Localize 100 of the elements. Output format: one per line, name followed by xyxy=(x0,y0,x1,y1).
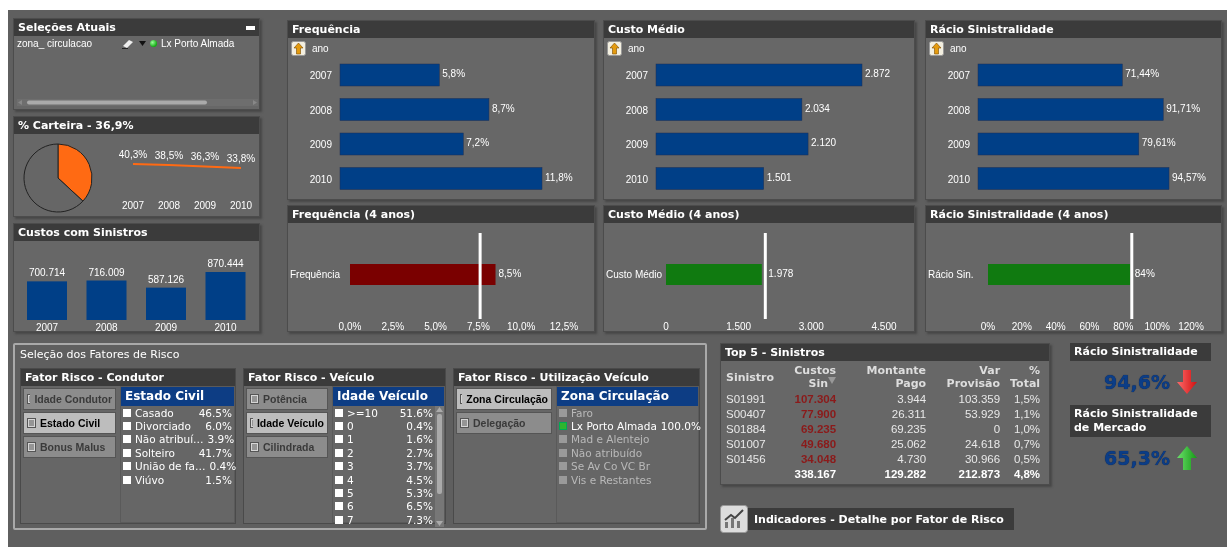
horizontal-scrollbar[interactable] xyxy=(17,99,258,106)
factor-tab[interactable]: Zona Circulação xyxy=(456,388,552,410)
tick-label: 4.500 xyxy=(871,321,897,331)
list-item[interactable]: Faro xyxy=(571,406,696,419)
caret-icon[interactable] xyxy=(139,41,146,46)
table-cell-text: 25.062 xyxy=(889,436,928,451)
list-item[interactable]: Divorciado xyxy=(135,420,202,433)
category-label: 2010 xyxy=(229,200,253,211)
share-value: 0.4% xyxy=(406,420,433,433)
column-header[interactable]: % Total xyxy=(1003,363,1044,391)
list-item[interactable]: Solteiro xyxy=(135,446,195,459)
list-item[interactable]: 5 xyxy=(347,487,403,500)
checkbox[interactable] xyxy=(335,462,343,471)
panel-title: Rácio Sinistralidade xyxy=(930,23,1054,36)
checkbox[interactable] xyxy=(123,448,131,457)
checkbox[interactable] xyxy=(335,408,343,417)
factor-tab[interactable]: Idade Condutor xyxy=(23,388,116,410)
share-value: 46.5% xyxy=(198,406,232,419)
total-cell-text: 4,8% xyxy=(1012,466,1042,481)
checkbox[interactable] xyxy=(559,408,567,417)
category-label: 2010 xyxy=(625,173,648,185)
share-value: 2.7% xyxy=(406,446,433,459)
checkbox[interactable] xyxy=(123,435,131,444)
checkbox[interactable] xyxy=(335,448,343,457)
checkbox[interactable] xyxy=(335,422,343,431)
list-item[interactable]: Casado xyxy=(135,406,195,419)
arrow-down-icon xyxy=(1176,370,1197,394)
share-value: 6.0% xyxy=(205,420,232,433)
checkbox[interactable] xyxy=(335,502,343,511)
data-label: 33,8% xyxy=(226,152,256,164)
data-label: 79,61% xyxy=(1141,137,1176,148)
checkbox[interactable] xyxy=(559,422,567,431)
list-item[interactable]: Mad e Alentejo xyxy=(571,433,696,446)
table-cell-text: 77.900 xyxy=(799,406,838,421)
list-item[interactable]: 0 xyxy=(347,420,403,433)
checkbox[interactable] xyxy=(559,435,567,444)
list-item[interactable]: 4 xyxy=(347,473,403,486)
table-cell-text: 107.304 xyxy=(793,391,838,406)
checkbox[interactable] xyxy=(335,475,343,484)
tick-label: 10,0% xyxy=(507,321,536,331)
table-cell-text: 1,0% xyxy=(1012,421,1042,436)
checkbox[interactable] xyxy=(559,475,567,484)
list-item[interactable]: 7 xyxy=(347,513,403,526)
table-cell-text: 4.730 xyxy=(896,451,928,466)
eraser-icon[interactable] xyxy=(121,38,135,49)
list-item[interactable]: 2 xyxy=(347,446,403,459)
list-item[interactable]: Viúvo xyxy=(135,473,202,486)
table-cell-text: 0,5% xyxy=(1012,451,1042,466)
checkbox[interactable] xyxy=(335,489,343,498)
drill-up-icon[interactable] xyxy=(929,40,944,56)
list-item[interactable]: Vis e Restantes xyxy=(571,473,696,486)
factor-tab[interactable]: Cilindrada xyxy=(246,436,328,458)
category-label: 2009 xyxy=(625,139,648,150)
panel-title: Custo Médio (4 anos) xyxy=(608,208,740,221)
column-header[interactable]: Montante Pago xyxy=(839,363,930,391)
selection-status-icon xyxy=(150,40,157,47)
data-label: 84% xyxy=(1134,268,1155,279)
data-label: 71,44% xyxy=(1125,68,1160,79)
list-item[interactable]: Se Av Co VC Br xyxy=(571,460,696,473)
column-header[interactable]: Sinistro xyxy=(723,363,778,391)
drill-up-icon[interactable] xyxy=(607,40,622,56)
checkbox[interactable] xyxy=(123,408,131,417)
tick-label: 7,5% xyxy=(467,321,490,331)
factor-tab[interactable]: Idade Veículo xyxy=(246,412,328,434)
table-cell-text: 1,5% xyxy=(1012,391,1042,406)
list-item[interactable]: 6 xyxy=(347,500,403,513)
factor-tab[interactable]: Delegação xyxy=(456,412,552,434)
checkbox[interactable] xyxy=(335,515,343,524)
share-value: 100.0% xyxy=(660,420,701,433)
tick-label: 40% xyxy=(1045,321,1066,331)
panel-title: Fator Risco - Utilização Veículo xyxy=(458,371,649,384)
category-label: 2008 xyxy=(95,322,118,331)
tick-label: 0% xyxy=(980,321,996,331)
table-cell-text: S01007 xyxy=(725,436,767,451)
checkbox[interactable] xyxy=(123,462,131,471)
checkbox[interactable] xyxy=(559,462,567,471)
category-label: 2009 xyxy=(309,139,332,150)
list-item[interactable]: União de fa… xyxy=(135,460,206,473)
column-header[interactable]: Custos Sin xyxy=(777,363,840,391)
factor-tab[interactable]: Bonus Malus xyxy=(23,436,116,458)
list-item[interactable]: Não atribuído xyxy=(571,446,696,459)
list-item[interactable]: Não atribuí… xyxy=(135,433,204,446)
minimize-icon[interactable] xyxy=(246,25,255,30)
list-item[interactable]: 3 xyxy=(347,460,403,473)
drill-up-icon[interactable] xyxy=(291,40,306,56)
checkbox[interactable] xyxy=(123,475,131,484)
checkbox[interactable] xyxy=(123,422,131,431)
list-item[interactable]: 1 xyxy=(347,433,403,446)
column-header[interactable]: Var Provisão xyxy=(929,363,1004,391)
table-cell-text: 69.235 xyxy=(889,421,928,436)
vertical-scrollbar[interactable] xyxy=(435,406,444,527)
factor-tab[interactable]: Estado Civil xyxy=(23,412,116,434)
list-item[interactable]: Lx Porto Almada xyxy=(571,420,657,433)
factor-tab[interactable]: Potência xyxy=(246,388,328,410)
list-item[interactable]: >=10 xyxy=(347,406,396,419)
checkbox[interactable] xyxy=(335,435,343,444)
table-cell-text: 30.966 xyxy=(963,451,1002,466)
report-button[interactable]: Indicadores - Detalhe por Fator de Risco xyxy=(720,505,1014,533)
checkbox[interactable] xyxy=(559,448,567,457)
drill-label: ano xyxy=(950,42,967,54)
